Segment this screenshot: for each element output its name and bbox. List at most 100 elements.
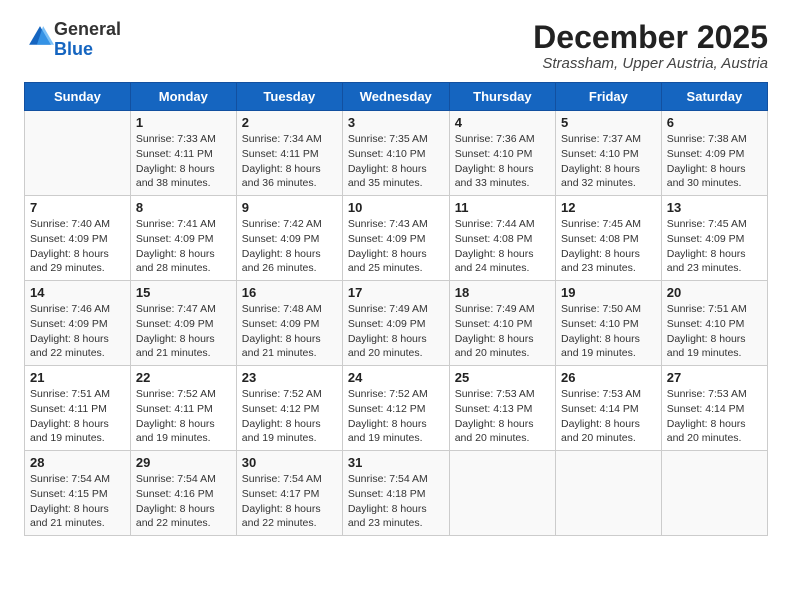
day-info: Sunrise: 7:38 AM Sunset: 4:09 PM Dayligh…: [667, 132, 762, 191]
day-number: 30: [242, 455, 337, 470]
day-info: Sunrise: 7:43 AM Sunset: 4:09 PM Dayligh…: [348, 217, 444, 276]
day-info: Sunrise: 7:52 AM Sunset: 4:12 PM Dayligh…: [348, 387, 444, 446]
weekday-header: Tuesday: [236, 83, 342, 111]
day-info: Sunrise: 7:51 AM Sunset: 4:10 PM Dayligh…: [667, 302, 762, 361]
day-info: Sunrise: 7:33 AM Sunset: 4:11 PM Dayligh…: [136, 132, 231, 191]
calendar-cell: 2 Sunrise: 7:34 AM Sunset: 4:11 PM Daylig…: [236, 111, 342, 196]
day-number: 29: [136, 455, 231, 470]
calendar-cell: 11 Sunrise: 7:44 AM Sunset: 4:08 PM Dayli…: [449, 196, 555, 281]
day-info: Sunrise: 7:51 AM Sunset: 4:11 PM Dayligh…: [30, 387, 125, 446]
day-number: 6: [667, 115, 762, 130]
calendar-cell: 18 Sunrise: 7:49 AM Sunset: 4:10 PM Dayli…: [449, 281, 555, 366]
calendar-cell: 3Sunrise: 7:35 AM Sunset: 4:10 PM Daylig…: [342, 111, 449, 196]
calendar-cell: 4 Sunrise: 7:36 AM Sunset: 4:10 PM Daylig…: [449, 111, 555, 196]
day-number: 1: [136, 115, 231, 130]
logo: General Blue: [24, 20, 121, 60]
calendar-cell: 29Sunrise: 7:54 AM Sunset: 4:16 PM Dayli…: [130, 451, 236, 536]
day-info: Sunrise: 7:42 AM Sunset: 4:09 PM Dayligh…: [242, 217, 337, 276]
calendar-week-row: 14Sunrise: 7:46 AM Sunset: 4:09 PM Dayli…: [25, 281, 768, 366]
day-info: Sunrise: 7:46 AM Sunset: 4:09 PM Dayligh…: [30, 302, 125, 361]
calendar-cell: 15 Sunrise: 7:47 AM Sunset: 4:09 PM Dayli…: [130, 281, 236, 366]
calendar-cell: [449, 451, 555, 536]
title-block: December 2025 Strassham, Upper Austria, …: [533, 20, 768, 72]
day-info: Sunrise: 7:53 AM Sunset: 4:14 PM Dayligh…: [561, 387, 656, 446]
calendar-cell: 25 Sunrise: 7:53 AM Sunset: 4:13 PM Dayli…: [449, 366, 555, 451]
day-number: 15: [136, 285, 231, 300]
calendar-cell: 27 Sunrise: 7:53 AM Sunset: 4:14 PM Dayli…: [661, 366, 767, 451]
calendar-cell: 22Sunrise: 7:52 AM Sunset: 4:11 PM Dayli…: [130, 366, 236, 451]
day-info: Sunrise: 7:44 AM Sunset: 4:08 PM Dayligh…: [455, 217, 550, 276]
calendar-cell: 21Sunrise: 7:51 AM Sunset: 4:11 PM Dayli…: [25, 366, 131, 451]
day-number: 16: [242, 285, 337, 300]
calendar-cell: 12 Sunrise: 7:45 AM Sunset: 4:08 PM Dayli…: [556, 196, 662, 281]
day-number: 20: [667, 285, 762, 300]
day-number: 12: [561, 200, 656, 215]
calendar-cell: 14Sunrise: 7:46 AM Sunset: 4:09 PM Dayli…: [25, 281, 131, 366]
calendar-cell: 9Sunrise: 7:42 AM Sunset: 4:09 PM Daylig…: [236, 196, 342, 281]
day-number: 13: [667, 200, 762, 215]
calendar-table: SundayMondayTuesdayWednesdayThursdayFrid…: [24, 82, 768, 536]
day-info: Sunrise: 7:45 AM Sunset: 4:08 PM Dayligh…: [561, 217, 656, 276]
day-number: 18: [455, 285, 550, 300]
day-info: Sunrise: 7:54 AM Sunset: 4:17 PM Dayligh…: [242, 472, 337, 531]
day-info: Sunrise: 7:41 AM Sunset: 4:09 PM Dayligh…: [136, 217, 231, 276]
day-number: 24: [348, 370, 444, 385]
calendar-cell: 5Sunrise: 7:37 AM Sunset: 4:10 PM Daylig…: [556, 111, 662, 196]
day-number: 8: [136, 200, 231, 215]
day-number: 17: [348, 285, 444, 300]
calendar-cell: 28Sunrise: 7:54 AM Sunset: 4:15 PM Dayli…: [25, 451, 131, 536]
day-number: 19: [561, 285, 656, 300]
calendar-cell: 23Sunrise: 7:52 AM Sunset: 4:12 PM Dayli…: [236, 366, 342, 451]
day-info: Sunrise: 7:34 AM Sunset: 4:11 PM Dayligh…: [242, 132, 337, 191]
calendar-week-row: 1 Sunrise: 7:33 AM Sunset: 4:11 PM Daylig…: [25, 111, 768, 196]
day-info: Sunrise: 7:45 AM Sunset: 4:09 PM Dayligh…: [667, 217, 762, 276]
weekday-header-row: SundayMondayTuesdayWednesdayThursdayFrid…: [25, 83, 768, 111]
day-info: Sunrise: 7:53 AM Sunset: 4:14 PM Dayligh…: [667, 387, 762, 446]
calendar-cell: 7Sunrise: 7:40 AM Sunset: 4:09 PM Daylig…: [25, 196, 131, 281]
day-info: Sunrise: 7:52 AM Sunset: 4:12 PM Dayligh…: [242, 387, 337, 446]
day-number: 2: [242, 115, 337, 130]
day-info: Sunrise: 7:50 AM Sunset: 4:10 PM Dayligh…: [561, 302, 656, 361]
day-info: Sunrise: 7:36 AM Sunset: 4:10 PM Dayligh…: [455, 132, 550, 191]
day-info: Sunrise: 7:53 AM Sunset: 4:13 PM Dayligh…: [455, 387, 550, 446]
day-info: Sunrise: 7:49 AM Sunset: 4:09 PM Dayligh…: [348, 302, 444, 361]
calendar-cell: [556, 451, 662, 536]
day-info: Sunrise: 7:37 AM Sunset: 4:10 PM Dayligh…: [561, 132, 656, 191]
day-info: Sunrise: 7:40 AM Sunset: 4:09 PM Dayligh…: [30, 217, 125, 276]
calendar-week-row: 7Sunrise: 7:40 AM Sunset: 4:09 PM Daylig…: [25, 196, 768, 281]
weekday-header: Thursday: [449, 83, 555, 111]
day-info: Sunrise: 7:49 AM Sunset: 4:10 PM Dayligh…: [455, 302, 550, 361]
calendar-cell: 20 Sunrise: 7:51 AM Sunset: 4:10 PM Dayli…: [661, 281, 767, 366]
weekday-header: Sunday: [25, 83, 131, 111]
calendar-cell: [661, 451, 767, 536]
day-number: 26: [561, 370, 656, 385]
calendar-cell: 10Sunrise: 7:43 AM Sunset: 4:09 PM Dayli…: [342, 196, 449, 281]
month-title: December 2025: [533, 20, 768, 55]
day-info: Sunrise: 7:47 AM Sunset: 4:09 PM Dayligh…: [136, 302, 231, 361]
day-info: Sunrise: 7:54 AM Sunset: 4:18 PM Dayligh…: [348, 472, 444, 531]
logo-icon: [26, 23, 54, 51]
day-number: 11: [455, 200, 550, 215]
calendar-cell: 16 Sunrise: 7:48 AM Sunset: 4:09 PM Dayli…: [236, 281, 342, 366]
calendar-cell: 26 Sunrise: 7:53 AM Sunset: 4:14 PM Dayli…: [556, 366, 662, 451]
calendar-cell: 13 Sunrise: 7:45 AM Sunset: 4:09 PM Dayli…: [661, 196, 767, 281]
calendar-cell: 19 Sunrise: 7:50 AM Sunset: 4:10 PM Dayli…: [556, 281, 662, 366]
day-number: 4: [455, 115, 550, 130]
calendar-cell: 30 Sunrise: 7:54 AM Sunset: 4:17 PM Dayli…: [236, 451, 342, 536]
day-info: Sunrise: 7:48 AM Sunset: 4:09 PM Dayligh…: [242, 302, 337, 361]
day-number: 27: [667, 370, 762, 385]
day-number: 31: [348, 455, 444, 470]
calendar-week-row: 28Sunrise: 7:54 AM Sunset: 4:15 PM Dayli…: [25, 451, 768, 536]
weekday-header: Friday: [556, 83, 662, 111]
location: Strassham, Upper Austria, Austria: [533, 55, 768, 72]
calendar-cell: 6 Sunrise: 7:38 AM Sunset: 4:09 PM Daylig…: [661, 111, 767, 196]
weekday-header: Saturday: [661, 83, 767, 111]
weekday-header: Monday: [130, 83, 236, 111]
day-number: 3: [348, 115, 444, 130]
day-number: 28: [30, 455, 125, 470]
day-number: 25: [455, 370, 550, 385]
day-info: Sunrise: 7:52 AM Sunset: 4:11 PM Dayligh…: [136, 387, 231, 446]
calendar-cell: 31 Sunrise: 7:54 AM Sunset: 4:18 PM Dayli…: [342, 451, 449, 536]
weekday-header: Wednesday: [342, 83, 449, 111]
calendar-cell: 24 Sunrise: 7:52 AM Sunset: 4:12 PM Dayli…: [342, 366, 449, 451]
